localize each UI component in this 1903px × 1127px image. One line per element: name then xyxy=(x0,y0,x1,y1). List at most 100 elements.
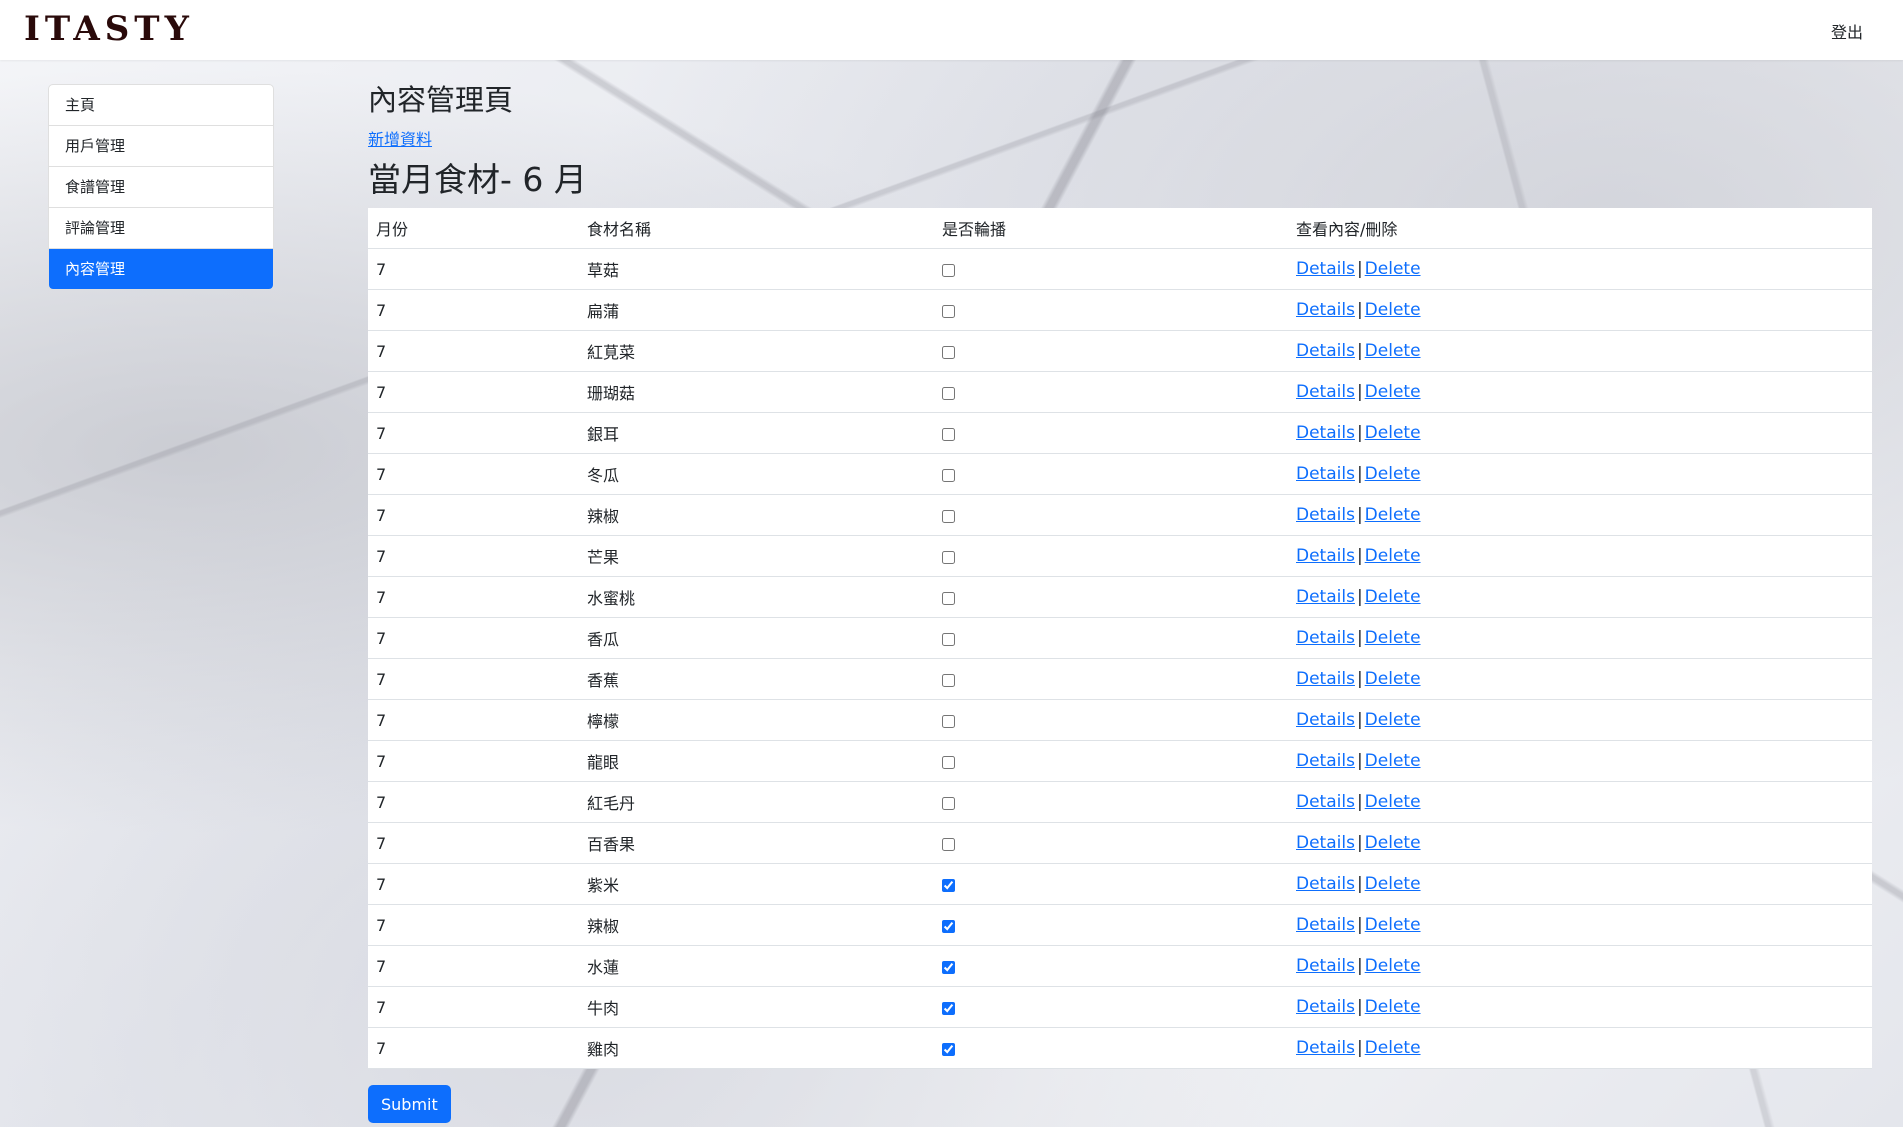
details-link[interactable]: Details xyxy=(1296,587,1355,607)
details-link[interactable]: Details xyxy=(1296,997,1355,1017)
delete-link[interactable]: Delete xyxy=(1365,628,1421,648)
delete-link[interactable]: Delete xyxy=(1365,546,1421,566)
logout-link[interactable]: 登出 xyxy=(1831,19,1863,43)
delete-link[interactable]: Delete xyxy=(1365,833,1421,853)
link-separator: | xyxy=(1356,341,1363,361)
details-link[interactable]: Details xyxy=(1296,1038,1355,1058)
link-separator: | xyxy=(1356,833,1363,853)
delete-link[interactable]: Delete xyxy=(1365,505,1421,525)
rotate-checkbox[interactable] xyxy=(942,960,955,974)
delete-link[interactable]: Delete xyxy=(1365,956,1421,976)
details-link[interactable]: Details xyxy=(1296,874,1355,894)
cell-month: 7 xyxy=(368,617,579,659)
delete-link[interactable]: Delete xyxy=(1365,259,1421,279)
details-link[interactable]: Details xyxy=(1296,628,1355,648)
sidebar-item-4[interactable]: 內容管理 xyxy=(49,249,273,289)
rotate-checkbox[interactable] xyxy=(942,427,955,441)
link-separator: | xyxy=(1356,874,1363,894)
delete-link[interactable]: Delete xyxy=(1365,300,1421,320)
cell-ingredient-name: 百香果 xyxy=(579,822,934,864)
rotate-checkbox[interactable] xyxy=(942,1042,955,1056)
table-row: 7 草菇 Details | Delete xyxy=(368,248,1872,290)
details-link[interactable]: Details xyxy=(1296,341,1355,361)
cell-month: 7 xyxy=(368,986,579,1028)
cell-rotate xyxy=(934,330,1288,372)
sidebar-item-2[interactable]: 食譜管理 xyxy=(49,167,273,208)
details-link[interactable]: Details xyxy=(1296,546,1355,566)
table-row: 7 雞肉 Details | Delete xyxy=(368,1027,1872,1069)
details-link[interactable]: Details xyxy=(1296,833,1355,853)
table-row: 7 扁蒲 Details | Delete xyxy=(368,289,1872,331)
rotate-checkbox[interactable] xyxy=(942,386,955,400)
rotate-checkbox[interactable] xyxy=(942,550,955,564)
submit-button[interactable]: Submit xyxy=(368,1085,451,1123)
delete-link[interactable]: Delete xyxy=(1365,382,1421,402)
table-row: 7 芒果 Details | Delete xyxy=(368,535,1872,577)
delete-link[interactable]: Delete xyxy=(1365,997,1421,1017)
details-link[interactable]: Details xyxy=(1296,505,1355,525)
cell-rotate xyxy=(934,822,1288,864)
cell-actions: Details | Delete xyxy=(1288,822,1872,864)
sidebar-item-3[interactable]: 評論管理 xyxy=(49,208,273,249)
rotate-checkbox[interactable] xyxy=(942,919,955,933)
details-link[interactable]: Details xyxy=(1296,382,1355,402)
details-link[interactable]: Details xyxy=(1296,300,1355,320)
delete-link[interactable]: Delete xyxy=(1365,874,1421,894)
cell-ingredient-name: 龍眼 xyxy=(579,740,934,782)
details-link[interactable]: Details xyxy=(1296,669,1355,689)
rotate-checkbox[interactable] xyxy=(942,263,955,277)
details-link[interactable]: Details xyxy=(1296,464,1355,484)
delete-link[interactable]: Delete xyxy=(1365,669,1421,689)
delete-link[interactable]: Delete xyxy=(1365,751,1421,771)
details-link[interactable]: Details xyxy=(1296,792,1355,812)
details-link[interactable]: Details xyxy=(1296,710,1355,730)
rotate-checkbox[interactable] xyxy=(942,673,955,687)
sidebar: 主頁 用戶管理 食譜管理 評論管理 內容管理 xyxy=(48,84,274,290)
delete-link[interactable]: Delete xyxy=(1365,587,1421,607)
rotate-checkbox[interactable] xyxy=(942,755,955,769)
details-link[interactable]: Details xyxy=(1296,956,1355,976)
link-separator: | xyxy=(1356,792,1363,812)
link-separator: | xyxy=(1356,751,1363,771)
brand-logo[interactable]: ITASTY xyxy=(24,9,194,49)
rotate-checkbox[interactable] xyxy=(942,1001,955,1015)
cell-actions: Details | Delete xyxy=(1288,576,1872,618)
rotate-checkbox[interactable] xyxy=(942,468,955,482)
delete-link[interactable]: Delete xyxy=(1365,464,1421,484)
cell-actions: Details | Delete xyxy=(1288,248,1872,290)
sidebar-item-1[interactable]: 用戶管理 xyxy=(49,126,273,167)
rotate-checkbox[interactable] xyxy=(942,304,955,318)
details-link[interactable]: Details xyxy=(1296,751,1355,771)
rotate-checkbox[interactable] xyxy=(942,591,955,605)
rotate-checkbox[interactable] xyxy=(942,632,955,646)
rotate-checkbox[interactable] xyxy=(942,837,955,851)
rotate-checkbox[interactable] xyxy=(942,509,955,523)
rotate-checkbox[interactable] xyxy=(942,878,955,892)
column-header-actions: 查看內容/刪除 xyxy=(1288,208,1872,249)
ingredients-table: 月份 食材名稱 是否輪播 查看內容/刪除 7 草菇 Details | Delete 7 扁… xyxy=(368,208,1872,1069)
cell-rotate xyxy=(934,863,1288,905)
cell-actions: Details | Delete xyxy=(1288,535,1872,577)
details-link[interactable]: Details xyxy=(1296,915,1355,935)
details-link[interactable]: Details xyxy=(1296,259,1355,279)
cell-month: 7 xyxy=(368,535,579,577)
cell-actions: Details | Delete xyxy=(1288,658,1872,700)
table-row: 7 珊瑚菇 Details | Delete xyxy=(368,371,1872,413)
cell-ingredient-name: 水蜜桃 xyxy=(579,576,934,618)
rotate-checkbox[interactable] xyxy=(942,714,955,728)
rotate-checkbox[interactable] xyxy=(942,796,955,810)
rotate-checkbox[interactable] xyxy=(942,345,955,359)
details-link[interactable]: Details xyxy=(1296,423,1355,443)
sidebar-item-0[interactable]: 主頁 xyxy=(49,85,273,126)
cell-month: 7 xyxy=(368,289,579,331)
table-row: 7 銀耳 Details | Delete xyxy=(368,412,1872,454)
delete-link[interactable]: Delete xyxy=(1365,915,1421,935)
delete-link[interactable]: Delete xyxy=(1365,792,1421,812)
add-data-link[interactable]: 新增資料 xyxy=(368,126,432,150)
delete-link[interactable]: Delete xyxy=(1365,710,1421,730)
delete-link[interactable]: Delete xyxy=(1365,1038,1421,1058)
delete-link[interactable]: Delete xyxy=(1365,423,1421,443)
cell-actions: Details | Delete xyxy=(1288,371,1872,413)
delete-link[interactable]: Delete xyxy=(1365,341,1421,361)
cell-ingredient-name: 香瓜 xyxy=(579,617,934,659)
